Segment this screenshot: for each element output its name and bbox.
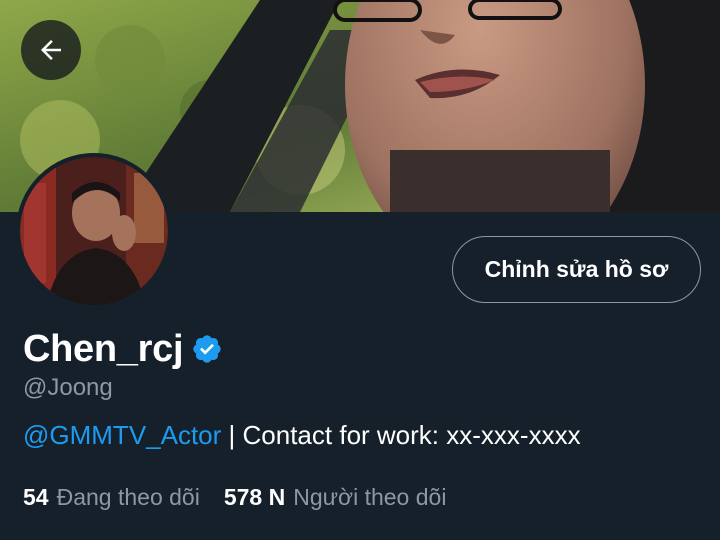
profile-stats: 54 Đang theo dõi 578 N Người theo dõi <box>23 484 446 511</box>
profile-bio: @GMMTV_Actor | Contact for work: xx-xxx-… <box>23 420 581 451</box>
followers-count: 578 N <box>223 484 286 510</box>
arrow-left-icon <box>41 40 61 60</box>
following-count: 54 <box>23 484 49 510</box>
followers-stat[interactable]: 578 N Người theo dõi <box>224 484 447 511</box>
profile-handle: @Joong <box>23 374 113 401</box>
following-label: Đang theo dõi <box>56 484 200 510</box>
edit-profile-button[interactable]: Chỉnh sửa hồ sơ <box>452 236 701 303</box>
avatar[interactable] <box>16 153 172 309</box>
followers-label: Người theo dõi <box>293 484 447 510</box>
display-name: Chen_rcj <box>23 327 184 370</box>
bio-mention-link[interactable]: @GMMTV_Actor <box>23 420 221 450</box>
profile-name-row: Chen_rcj <box>23 324 223 374</box>
verified-badge-icon <box>191 333 223 365</box>
following-stat[interactable]: 54 Đang theo dõi <box>23 484 200 511</box>
avatar-photo <box>16 153 172 309</box>
bio-text: | Contact for work: xx-xxx-xxxx <box>221 420 581 450</box>
back-button[interactable] <box>21 20 81 80</box>
